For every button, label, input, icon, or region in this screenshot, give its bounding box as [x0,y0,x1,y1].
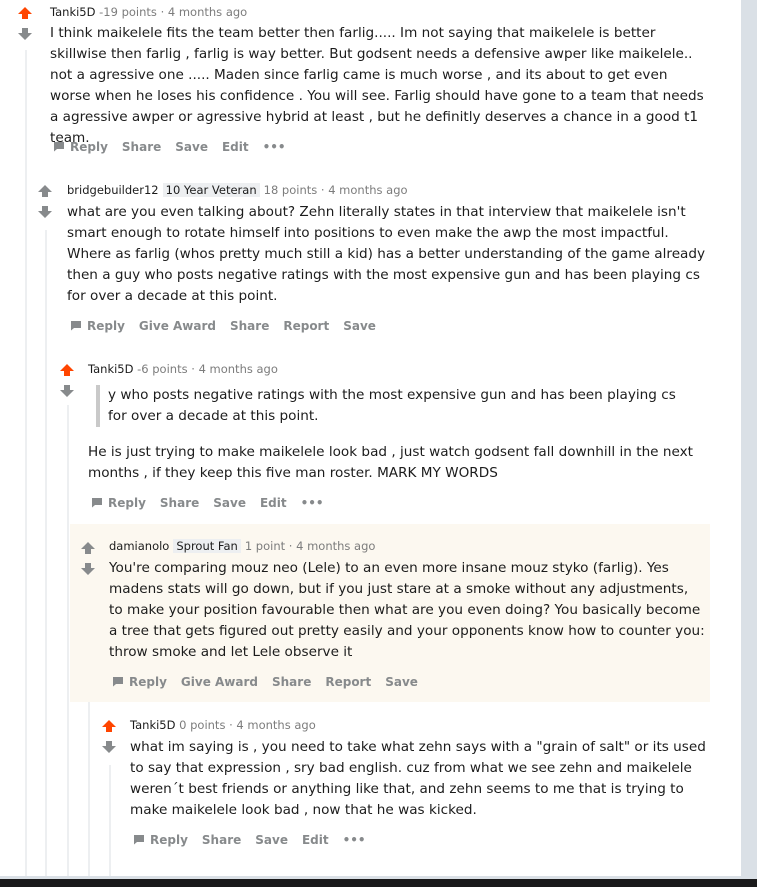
downvote-arrow-icon[interactable] [59,384,75,398]
comment-bubble-icon [70,317,82,337]
separator-dot: · [160,5,165,19]
comment-body: what im saying is , you need to take wha… [130,739,706,818]
separator-dot: · [229,718,233,732]
separator-dot: · [288,539,293,553]
reply-button[interactable]: Reply [91,493,146,514]
comment-actions: Reply Give Award Share Report Save [70,316,390,336]
points: 18 points [263,183,318,197]
thread-line[interactable] [67,405,69,876]
comment-actions: Reply Give Award Share Report Save [112,672,432,692]
vote-column [59,363,79,398]
share-button[interactable]: Share [160,493,199,513]
comment-body: I think maikelele fits the team better t… [50,25,704,146]
comment-body: You're comparing mouz neo (Lele) to an e… [109,560,705,660]
user-flair: Sprout Fan [173,539,241,553]
share-button[interactable]: Share [230,316,269,336]
comment-bubble-icon [53,138,65,158]
reply-button[interactable]: Reply [70,316,125,337]
comment-actions: Reply Share Save Edit ••• [53,137,300,157]
author-link[interactable]: damianolo [109,539,169,553]
comment-bubble-icon [112,673,124,693]
timestamp[interactable]: 4 months ago [199,362,278,376]
downvote-arrow-icon[interactable] [101,740,117,754]
author-link[interactable]: bridgebuilder12 [67,183,159,197]
comment-body: what are you even talking about? Zehn li… [67,204,706,304]
share-button[interactable]: Share [202,830,241,850]
edit-button[interactable]: Edit [260,493,287,513]
more-options-icon[interactable]: ••• [263,137,286,157]
upvote-arrow-icon[interactable] [80,541,96,555]
separator-dot: · [320,183,325,197]
comment-meta: Tanki5D -19 points · 4 months ago [50,5,247,19]
points: 1 point [244,539,286,553]
thread-line[interactable] [45,230,47,876]
reply-button[interactable]: Reply [112,672,167,693]
report-button[interactable]: Report [325,672,371,692]
comment-actions: Reply Share Save Edit ••• [91,493,338,513]
comment-bubble-icon [133,831,145,851]
comment-thread: Tanki5D -19 points · 4 months ago I thin… [0,0,741,876]
user-flair: 10 Year Veteran [162,183,260,197]
comment-body: He is just trying to make maikelele look… [88,444,693,481]
comment-meta: bridgebuilder12 10 Year Veteran 18 points … [67,183,408,197]
taskbar-edge [0,879,757,887]
reply-button[interactable]: Reply [133,830,188,851]
upvote-arrow-icon[interactable] [59,363,75,377]
give-award-button[interactable]: Give Award [139,316,216,336]
save-button[interactable]: Save [385,672,418,692]
more-options-icon[interactable]: ••• [343,830,366,850]
thread-line[interactable] [25,50,27,876]
downvote-arrow-icon[interactable] [17,27,33,41]
upvote-arrow-icon[interactable] [101,719,117,733]
comment-bubble-icon [91,494,103,514]
report-button[interactable]: Report [283,316,329,336]
comment-meta: Tanki5D 0 points · 4 months ago [130,718,316,732]
timestamp[interactable]: 4 months ago [328,183,407,197]
vote-column [17,6,37,41]
downvote-arrow-icon[interactable] [80,562,96,576]
comment-actions: Reply Share Save Edit ••• [133,830,380,850]
points: -6 points [137,362,188,376]
vote-column [37,184,57,219]
give-award-button[interactable]: Give Award [181,672,258,692]
points: -19 points [99,5,157,19]
save-button[interactable]: Save [255,830,288,850]
more-options-icon[interactable]: ••• [301,493,324,513]
timestamp[interactable]: 4 months ago [236,718,315,732]
save-button[interactable]: Save [343,316,376,336]
share-button[interactable]: Share [272,672,311,692]
author-link[interactable]: Tanki5D [130,718,175,732]
edit-button[interactable]: Edit [222,137,249,157]
vote-column [80,541,100,576]
timestamp[interactable]: 4 months ago [296,539,375,553]
quoted-text: y who posts negative ratings with the mo… [96,385,698,427]
reply-button[interactable]: Reply [53,137,108,158]
points: 0 points [179,718,226,732]
share-button[interactable]: Share [122,137,161,157]
upvote-arrow-icon[interactable] [37,184,53,198]
vote-column [101,719,121,754]
upvote-arrow-icon[interactable] [17,6,33,20]
edit-button[interactable]: Edit [302,830,329,850]
author-link[interactable]: Tanki5D [50,5,95,19]
timestamp[interactable]: 4 months ago [168,5,247,19]
separator-dot: · [191,362,195,376]
comment-meta: damianolo Sprout Fan 1 point · 4 months ag… [109,539,375,553]
thread-line[interactable] [109,765,111,876]
author-link[interactable]: Tanki5D [88,362,133,376]
comment-meta: Tanki5D -6 points · 4 months ago [88,362,278,376]
save-button[interactable]: Save [213,493,246,513]
save-button[interactable]: Save [175,137,208,157]
downvote-arrow-icon[interactable] [37,205,53,219]
